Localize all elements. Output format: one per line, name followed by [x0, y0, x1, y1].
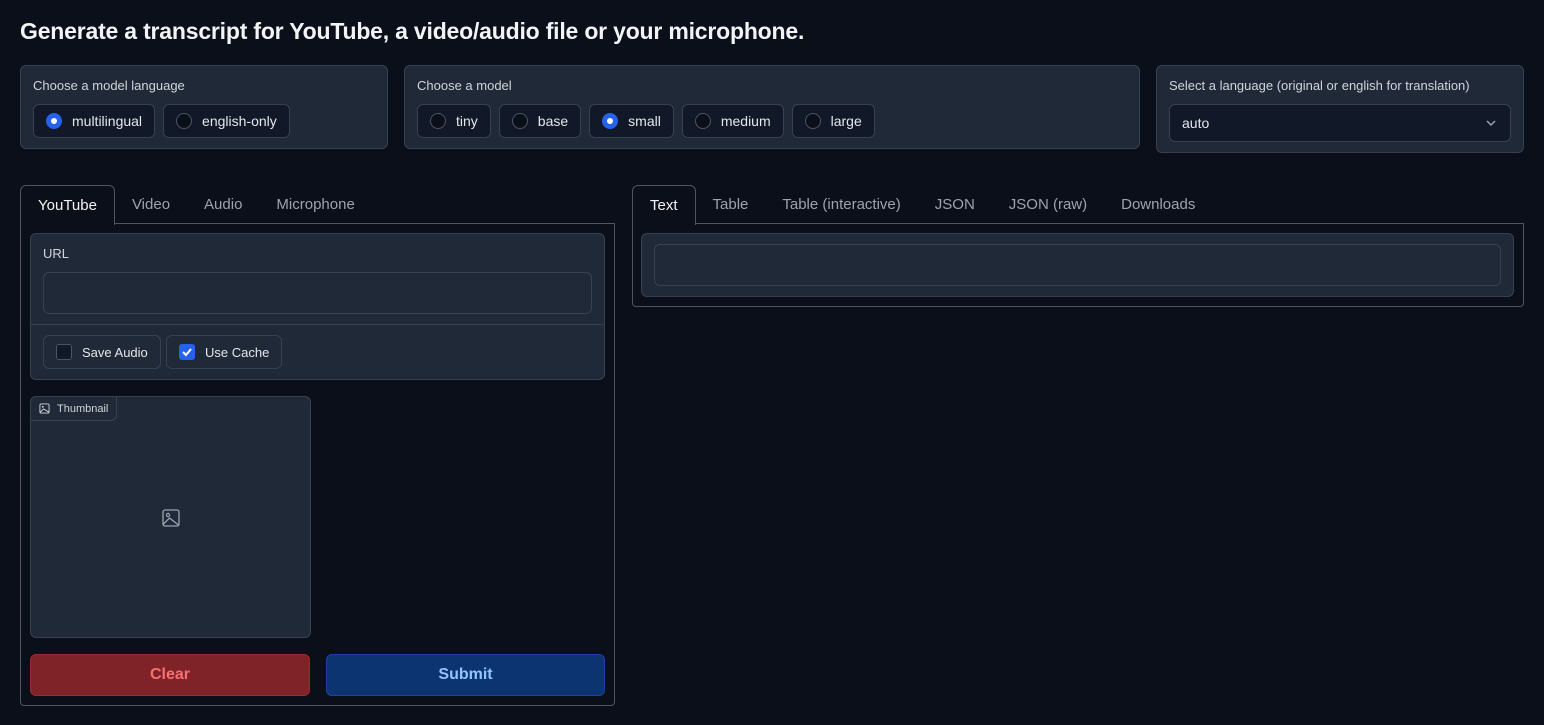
- tab-table[interactable]: Table: [696, 185, 766, 224]
- language-label: Select a language (original or english f…: [1169, 78, 1470, 93]
- divider: [31, 324, 604, 325]
- url-block: URL Save Audio Use Cache: [30, 233, 605, 380]
- url-label: URL: [43, 246, 70, 261]
- radio-medium[interactable]: medium: [681, 104, 784, 138]
- image-icon: [39, 403, 50, 414]
- clear-button[interactable]: Clear: [30, 654, 310, 696]
- radio-label: tiny: [456, 113, 478, 129]
- input-tabs: YouTube Video Audio Microphone: [20, 185, 372, 225]
- thumbnail-panel: Thumbnail: [30, 396, 311, 638]
- tab-table-interactive[interactable]: Table (interactive): [765, 185, 917, 224]
- radio-indicator: [46, 113, 62, 129]
- radio-indicator: [804, 113, 821, 129]
- radio-label: english-only: [202, 113, 277, 129]
- output-text-block: [641, 233, 1514, 297]
- tab-video[interactable]: Video: [115, 185, 187, 224]
- url-input[interactable]: [43, 272, 592, 314]
- radio-small[interactable]: small: [589, 104, 674, 138]
- save-audio-label: Save Audio: [82, 344, 148, 360]
- radio-multilingual[interactable]: multilingual: [33, 104, 156, 138]
- model-label: Choose a model: [417, 78, 512, 93]
- use-cache-checkbox[interactable]: Use Cache: [166, 335, 283, 369]
- radio-english-only[interactable]: english-only: [163, 104, 290, 138]
- model-language-panel: Choose a model language multilingual eng…: [20, 65, 388, 149]
- radio-label: base: [537, 113, 569, 129]
- use-cache-label: Use Cache: [205, 344, 270, 360]
- tab-youtube[interactable]: YouTube: [20, 185, 115, 225]
- output-textbox[interactable]: [654, 244, 1501, 286]
- tab-text[interactable]: Text: [632, 185, 696, 225]
- radio-indicator: [602, 113, 619, 129]
- tab-microphone[interactable]: Microphone: [259, 185, 371, 224]
- radio-indicator: [176, 113, 193, 129]
- check-icon: [179, 344, 195, 360]
- tab-json[interactable]: JSON: [918, 185, 992, 224]
- radio-large[interactable]: large: [791, 104, 875, 138]
- radio-label: large: [830, 113, 862, 129]
- language-select-value: auto: [1182, 115, 1210, 131]
- save-audio-checkbox[interactable]: Save Audio: [43, 335, 161, 369]
- image-placeholder-icon: [162, 509, 180, 527]
- tab-json-raw[interactable]: JSON (raw): [992, 185, 1104, 224]
- radio-label: multilingual: [72, 113, 143, 129]
- radio-tiny[interactable]: tiny: [417, 104, 491, 138]
- tab-audio[interactable]: Audio: [187, 185, 259, 224]
- page-title: Generate a transcript for YouTube, a vid…: [20, 18, 805, 44]
- tab-downloads[interactable]: Downloads: [1104, 185, 1212, 224]
- radio-label: medium: [720, 113, 771, 129]
- output-tabs: Text Table Table (interactive) JSON JSON…: [632, 185, 1212, 225]
- radio-indicator: [694, 113, 711, 129]
- model-panel: Choose a model tiny base small medium la…: [404, 65, 1140, 149]
- radio-indicator: [511, 113, 528, 129]
- submit-button[interactable]: Submit: [326, 654, 605, 696]
- chevron-down-icon: [1486, 120, 1496, 127]
- radio-indicator: [430, 113, 446, 129]
- model-language-label: Choose a model language: [33, 78, 185, 93]
- thumbnail-badge: Thumbnail: [30, 396, 118, 421]
- radio-base[interactable]: base: [498, 104, 582, 138]
- checkbox-indicator: [56, 344, 72, 360]
- thumbnail-label: Thumbnail: [57, 402, 109, 415]
- language-select[interactable]: auto: [1169, 104, 1511, 142]
- language-panel: Select a language (original or english f…: [1156, 65, 1524, 153]
- radio-label: small: [628, 113, 661, 129]
